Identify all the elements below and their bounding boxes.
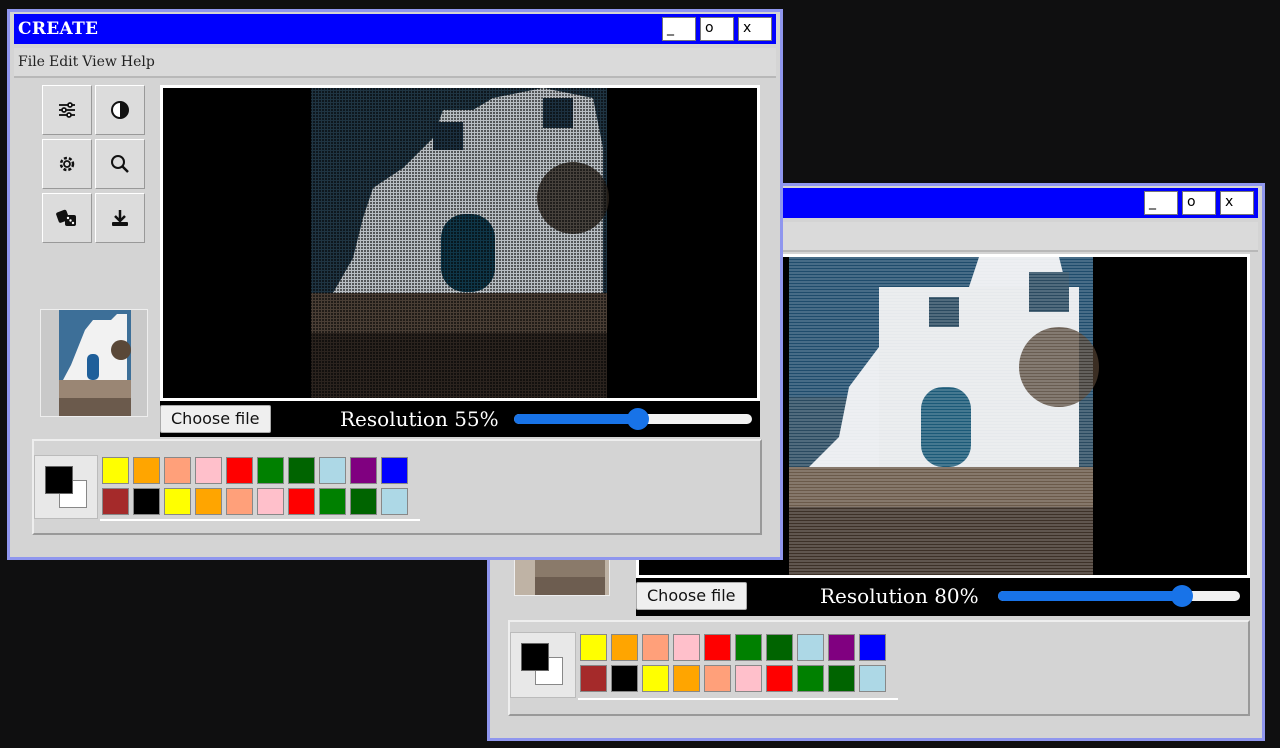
choose-file-button[interactable]: Choose file: [160, 405, 271, 433]
color-swatches: [578, 632, 888, 694]
color-picker[interactable]: [34, 455, 98, 519]
color-swatch[interactable]: [102, 457, 129, 484]
color-swatch[interactable]: [195, 457, 222, 484]
color-swatch[interactable]: [797, 634, 824, 661]
color-swatch[interactable]: [673, 634, 700, 661]
color-swatch[interactable]: [164, 457, 191, 484]
color-swatch[interactable]: [735, 665, 762, 692]
minimize-button[interactable]: _: [1144, 191, 1178, 215]
color-swatch[interactable]: [766, 665, 793, 692]
color-swatch[interactable]: [319, 488, 346, 515]
contrast-icon: [111, 101, 129, 119]
color-swatch[interactable]: [797, 665, 824, 692]
canvas-controls: Choose file Resolution 80%: [636, 578, 1250, 616]
color-swatch[interactable]: [133, 488, 160, 515]
gear-icon: [59, 156, 75, 172]
color-swatch[interactable]: [381, 457, 408, 484]
close-button[interactable]: x: [738, 17, 772, 41]
download-icon: [112, 210, 128, 226]
color-swatch[interactable]: [642, 634, 669, 661]
resolution-slider-knob[interactable]: [1171, 585, 1193, 607]
maximize-button[interactable]: o: [700, 17, 734, 41]
palette-panel: [32, 439, 762, 535]
color-swatch[interactable]: [288, 488, 315, 515]
color-swatch[interactable]: [828, 634, 855, 661]
color-swatch[interactable]: [766, 634, 793, 661]
color-swatch[interactable]: [102, 488, 129, 515]
color-swatch[interactable]: [257, 457, 284, 484]
color-swatch[interactable]: [350, 457, 377, 484]
color-swatch[interactable]: [704, 665, 731, 692]
color-swatch[interactable]: [642, 665, 669, 692]
thumbnail-image: [515, 557, 609, 595]
foreground-color-swatch[interactable]: [45, 466, 73, 494]
color-swatch[interactable]: [381, 488, 408, 515]
settings-tool-button[interactable]: [42, 139, 92, 189]
menu-view[interactable]: View: [82, 54, 117, 70]
maximize-button[interactable]: o: [1182, 191, 1216, 215]
resolution-label: Resolution 80%: [820, 584, 979, 608]
menu-file[interactable]: File: [18, 54, 45, 70]
color-swatch[interactable]: [673, 665, 700, 692]
color-swatch[interactable]: [257, 488, 284, 515]
color-swatch[interactable]: [164, 488, 191, 515]
ascii-canvas[interactable]: [160, 85, 760, 401]
color-swatch[interactable]: [288, 457, 315, 484]
color-swatch[interactable]: [735, 634, 762, 661]
thumbnail-image: [41, 310, 147, 416]
color-swatch[interactable]: [611, 634, 638, 661]
resolution-label: Resolution 55%: [340, 407, 499, 431]
image-thumbnail[interactable]: [514, 556, 610, 596]
color-swatch[interactable]: [350, 488, 377, 515]
color-swatch[interactable]: [611, 665, 638, 692]
color-swatch[interactable]: [133, 457, 160, 484]
color-swatch[interactable]: [828, 665, 855, 692]
color-swatch[interactable]: [319, 457, 346, 484]
window-title: CREATE: [18, 19, 99, 39]
dice-icon: [56, 209, 76, 226]
menu-help[interactable]: Help: [121, 54, 155, 70]
palette-panel: [508, 620, 1250, 716]
color-swatch[interactable]: [226, 488, 253, 515]
search-icon: [111, 155, 129, 173]
resolution-slider-knob[interactable]: [627, 408, 649, 430]
main-window: CREATE _ o x File Edit View Help Choose …: [7, 9, 783, 560]
image-thumbnail[interactable]: [40, 309, 148, 417]
color-swatch[interactable]: [859, 665, 886, 692]
close-button[interactable]: x: [1220, 191, 1254, 215]
menubar: File Edit View Help: [14, 48, 776, 78]
ascii-art-image: [163, 88, 757, 398]
foreground-color-swatch[interactable]: [521, 643, 549, 671]
sliders-icon: [59, 102, 75, 118]
color-swatch[interactable]: [704, 634, 731, 661]
adjust-tool-button[interactable]: [42, 85, 92, 135]
random-tool-button[interactable]: [42, 193, 92, 243]
color-swatch[interactable]: [195, 488, 222, 515]
resolution-slider[interactable]: [998, 591, 1240, 601]
color-swatch[interactable]: [580, 665, 607, 692]
color-picker[interactable]: [510, 632, 576, 698]
color-swatches: [100, 455, 410, 517]
color-swatch[interactable]: [226, 457, 253, 484]
minimize-button[interactable]: _: [662, 17, 696, 41]
menu-edit[interactable]: Edit: [49, 54, 78, 70]
canvas-controls: Choose file Resolution 55%: [160, 401, 760, 437]
download-tool-button[interactable]: [95, 193, 145, 243]
color-swatch[interactable]: [859, 634, 886, 661]
contrast-tool-button[interactable]: [95, 85, 145, 135]
color-swatch[interactable]: [580, 634, 607, 661]
zoom-tool-button[interactable]: [95, 139, 145, 189]
main-window-titlebar[interactable]: CREATE _ o x: [14, 14, 776, 44]
choose-file-button[interactable]: Choose file: [636, 582, 747, 610]
